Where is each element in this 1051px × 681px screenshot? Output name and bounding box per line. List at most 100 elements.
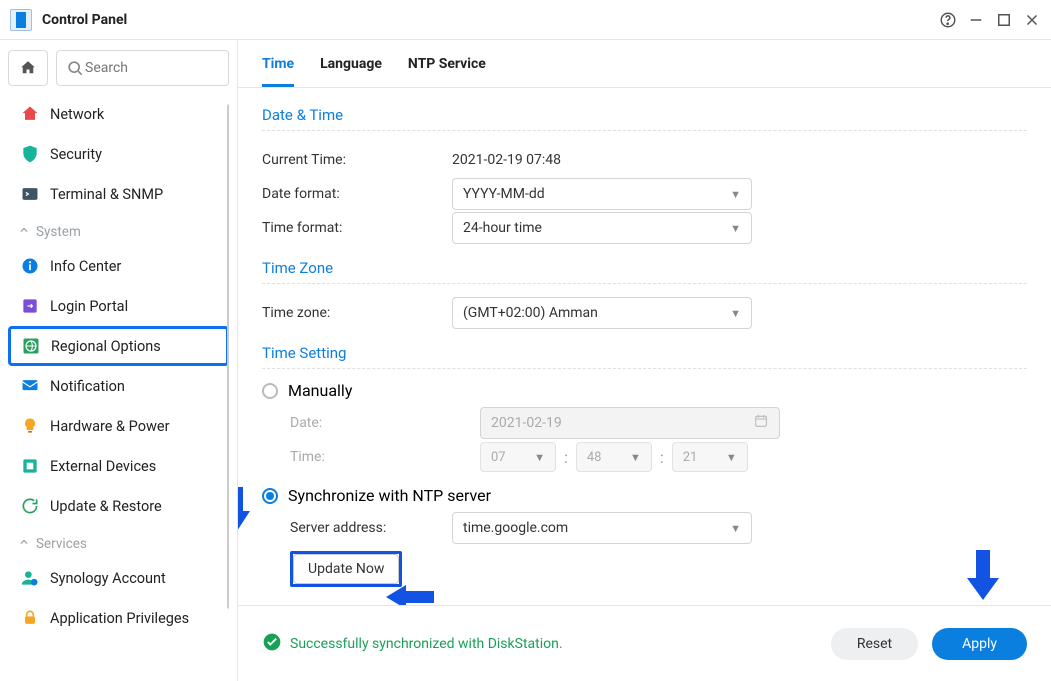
select-value: 48 [587,450,602,465]
globe-icon [21,336,41,356]
select-value: (GMT+02:00) Amman [463,305,598,321]
second-select: 21▼ [672,442,748,472]
current-time-label: Current Time: [262,152,452,168]
sidebar-item-info-center[interactable]: Info Center [8,246,229,286]
refresh-icon [20,496,40,516]
tab-ntp[interactable]: NTP Service [408,56,486,87]
content: Time Language NTP Service Date & Time Cu… [238,40,1051,681]
select-value: time.google.com [463,520,568,536]
network-icon [20,104,40,124]
sidebar-item-terminal[interactable]: Terminal & SNMP [8,174,229,214]
sidebar-item-label: Hardware & Power [50,418,169,435]
section-time-setting: Time Setting [262,330,1027,369]
message-icon [20,376,40,396]
sidebar-item-label: Notification [50,378,125,395]
close-icon[interactable] [1023,11,1041,29]
chevron-down-icon: ▼ [730,222,741,235]
sidebar-scrollbar[interactable] [227,104,229,609]
annotation-arrow-icon [386,582,434,605]
footer: Successfully synchronized with DiskStati… [238,605,1051,681]
reset-button[interactable]: Reset [831,628,918,660]
select-value: 07 [491,450,506,465]
sidebar-item-security[interactable]: Security [8,134,229,174]
sidebar-item-label: Info Center [50,258,121,275]
lock-icon [20,608,40,628]
bulb-icon [20,416,40,436]
radio-label: Synchronize with NTP server [288,486,491,505]
login-portal-icon [20,296,40,316]
chevron-down-icon: ▼ [730,307,741,320]
manual-date-field: 2021-02-19 [480,407,780,439]
tab-label: Time [262,56,294,72]
sidebar-item-label: External Devices [50,458,156,475]
chevron-up-icon [18,224,30,240]
sidebar-group-system[interactable]: System [8,214,229,246]
shield-icon [20,144,40,164]
maximize-icon[interactable] [995,11,1013,29]
drive-icon [20,456,40,476]
sidebar-item-synology-account[interactable]: Synology Account [8,558,229,598]
select-value: YYYY-MM-dd [463,186,545,202]
chevron-down-icon: ▼ [630,451,641,464]
app-icon [10,9,32,31]
server-address-select[interactable]: time.google.com ▼ [452,512,752,544]
search-input-wrap[interactable] [56,50,229,86]
sidebar-item-label: Security [50,146,102,163]
sidebar: Network Security Terminal & SNMP System … [0,40,238,681]
current-time-value: 2021-02-19 07:48 [452,152,561,168]
sidebar-group-label: Services [36,536,87,552]
radio-manual[interactable]: Manually [262,381,1027,400]
sidebar-item-regional-options[interactable]: Regional Options [8,326,229,366]
sidebar-item-app-privileges[interactable]: Application Privileges [8,598,229,638]
time-format-label: Time format: [262,220,452,236]
update-now-button[interactable]: Update Now [293,554,399,584]
sidebar-item-update-restore[interactable]: Update & Restore [8,486,229,526]
sidebar-item-external-devices[interactable]: External Devices [8,446,229,486]
chevron-down-icon: ▼ [726,451,737,464]
manual-date-label: Date: [290,415,480,431]
minimize-icon[interactable] [967,11,985,29]
sidebar-item-label: Application Privileges [50,610,189,627]
sidebar-group-services[interactable]: Services [8,526,229,558]
search-input[interactable] [85,60,220,76]
sidebar-item-label: Login Portal [50,298,128,315]
sidebar-item-notification[interactable]: Notification [8,366,229,406]
status-text: Successfully synchronized with DiskStati… [290,636,563,652]
minute-select: 48 ▼ [576,442,652,472]
help-icon[interactable] [939,11,957,29]
tab-label: Language [320,56,382,72]
sidebar-item-label: Regional Options [51,338,161,355]
section-date-time: Date & Time [262,92,1027,131]
timezone-label: Time zone: [262,305,452,321]
success-icon [262,632,282,656]
select-value: 24-hour time [463,220,542,236]
annotation-arrow-icon [238,483,256,531]
chevron-up-icon [18,536,30,552]
sidebar-item-label: Update & Restore [50,498,162,515]
tabs: Time Language NTP Service [238,40,1051,88]
search-icon [65,58,85,78]
time-format-select[interactable]: 24-hour time ▼ [452,212,752,244]
tab-time[interactable]: Time [262,56,294,87]
annotation-arrow-icon [963,548,1003,600]
server-address-label: Server address: [290,520,452,536]
chevron-down-icon: ▼ [730,188,741,201]
manual-time-label: Time: [290,449,480,465]
date-format-label: Date format: [262,186,452,202]
hour-select: 07▼ [480,442,556,472]
tab-language[interactable]: Language [320,56,382,87]
home-button[interactable] [8,50,48,86]
sidebar-group-label: System [36,224,81,240]
section-time-zone: Time Zone [262,245,1027,284]
sidebar-item-network[interactable]: Network [8,94,229,134]
radio-icon [262,383,278,399]
radio-ntp[interactable]: Synchronize with NTP server [262,486,1027,505]
timezone-select[interactable]: (GMT+02:00) Amman ▼ [452,297,752,329]
apply-button[interactable]: Apply [932,628,1027,660]
sidebar-item-label: Terminal & SNMP [50,186,163,203]
date-format-select[interactable]: YYYY-MM-dd ▼ [452,178,752,210]
sidebar-item-login-portal[interactable]: Login Portal [8,286,229,326]
sidebar-item-hardware-power[interactable]: Hardware & Power [8,406,229,446]
terminal-icon [20,184,40,204]
sidebar-item-label: Synology Account [50,570,166,587]
